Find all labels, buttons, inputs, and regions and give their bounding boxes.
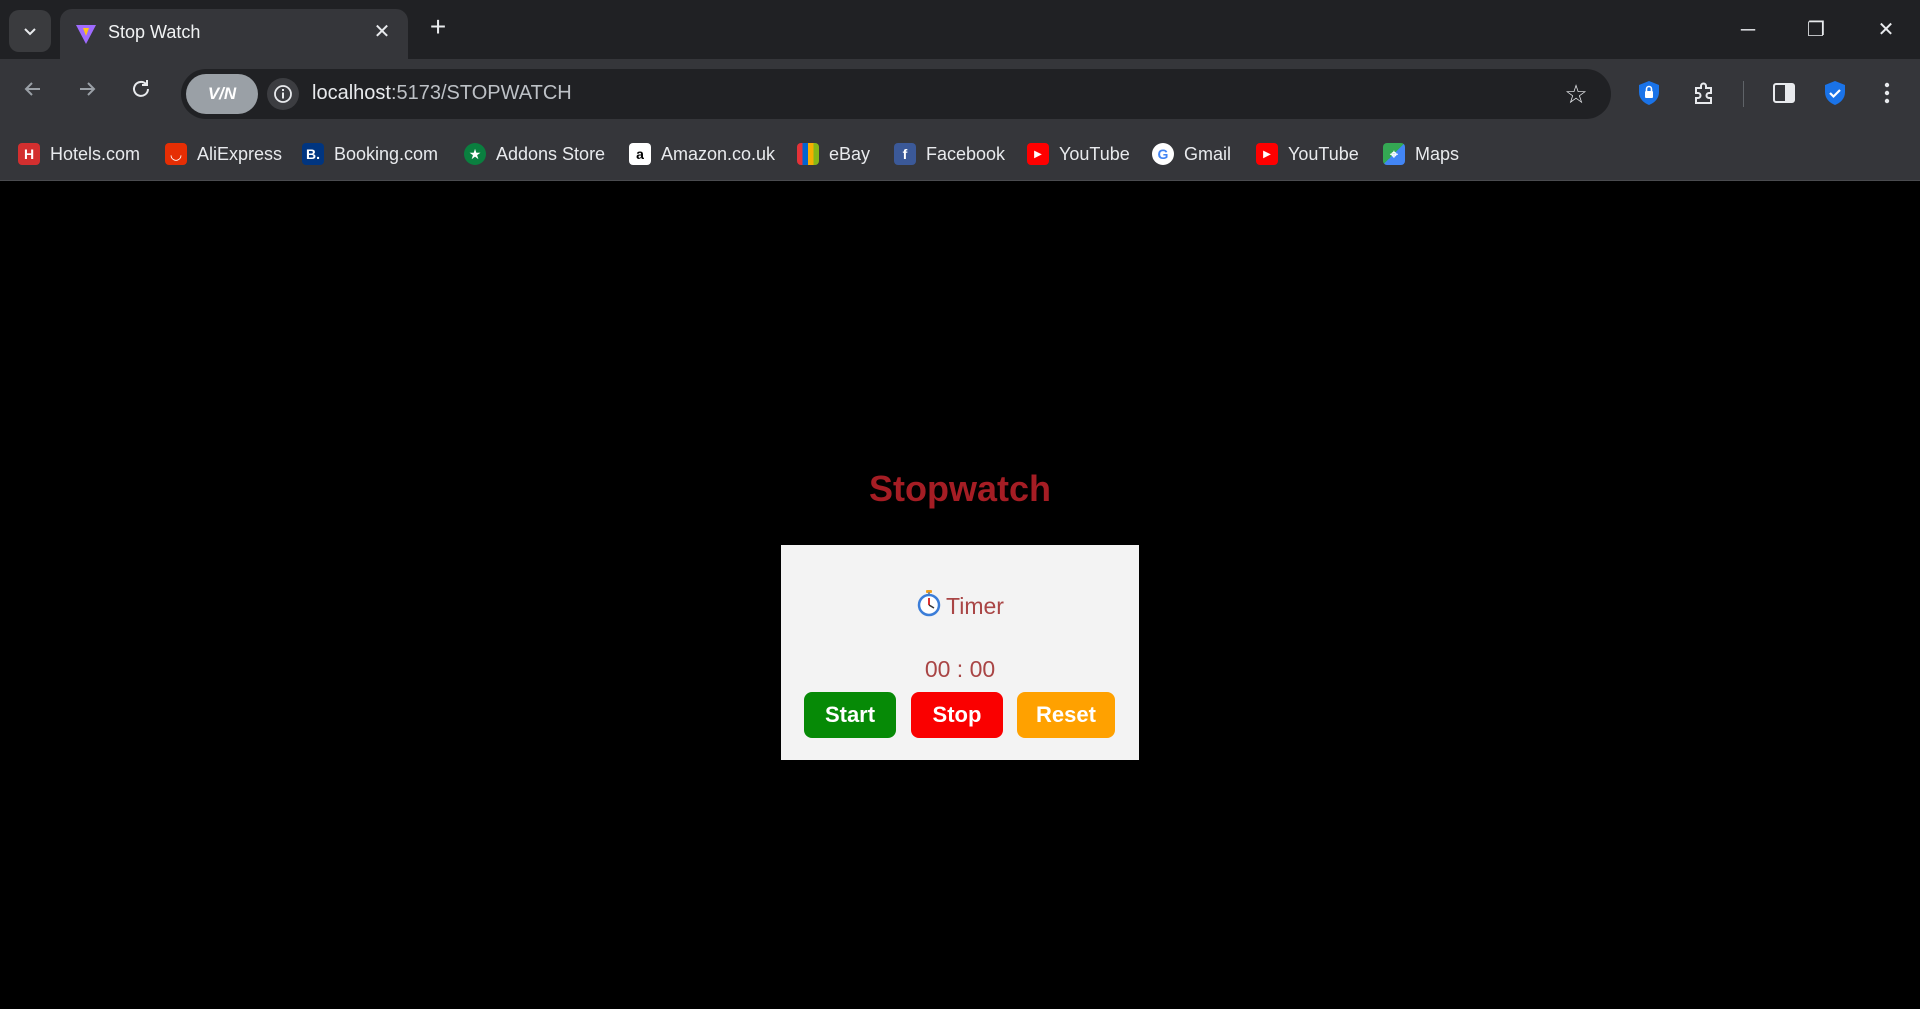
- site-info-button[interactable]: [267, 78, 299, 110]
- hotels-icon: H: [18, 143, 40, 165]
- browser-tab[interactable]: Stop Watch ✕: [60, 9, 408, 59]
- google-icon: G: [1152, 143, 1174, 165]
- restore-button[interactable]: ❐: [1796, 12, 1836, 48]
- timer-label: Timer: [946, 593, 1004, 619]
- amazon-icon: a: [629, 143, 651, 165]
- ebay-icon: [797, 143, 819, 165]
- chevron-down-icon: [24, 28, 36, 36]
- booking-icon: B.: [302, 143, 324, 165]
- stop-button[interactable]: Stop: [911, 692, 1003, 738]
- url-host: localhost: [312, 82, 391, 104]
- timer-heading: Timer: [781, 589, 1139, 620]
- youtube-icon: ▶: [1027, 143, 1049, 165]
- bookmark-ebay[interactable]: eBay: [797, 138, 870, 170]
- new-tab-button[interactable]: +: [424, 13, 452, 42]
- shield-check-icon: [1825, 81, 1845, 105]
- side-panel-icon: [1773, 83, 1795, 103]
- bookmark-aliexpress[interactable]: ◡ AliExpress: [165, 138, 282, 170]
- bookmark-star-icon[interactable]: ☆: [1561, 79, 1591, 109]
- vpn-badge[interactable]: V/N: [186, 74, 258, 114]
- close-window-button[interactable]: ✕: [1866, 12, 1906, 48]
- url-text[interactable]: localhost:5173/STOPWATCH: [312, 82, 572, 105]
- security-extension-button[interactable]: [1818, 76, 1852, 110]
- bookmark-label: Addons Store: [496, 143, 606, 164]
- facebook-icon: f: [894, 143, 916, 165]
- bookmark-label: AliExpress: [197, 143, 283, 164]
- arrow-left-icon: [24, 82, 40, 96]
- address-bar[interactable]: V/N localhost:5173/STOPWATCH ☆: [181, 69, 1611, 119]
- bookmark-label: Gmail: [1184, 143, 1232, 164]
- browser-toolbar: V/N localhost:5173/STOPWATCH ☆: [0, 59, 1920, 128]
- more-vert-icon: [1884, 82, 1890, 104]
- start-button[interactable]: Start: [804, 692, 896, 738]
- youtube-icon: ▶: [1256, 143, 1278, 165]
- reload-icon: [133, 80, 149, 97]
- tab-search-button[interactable]: [9, 10, 51, 52]
- extensions-button[interactable]: [1687, 76, 1721, 110]
- bookmark-hotels[interactable]: H Hotels.com: [18, 138, 140, 170]
- maps-icon: ⌖: [1383, 143, 1405, 165]
- page-viewport: Stopwatch Timer 00 : 00 Start Stop Reset: [0, 182, 1920, 1009]
- bookmark-label: Maps: [1415, 143, 1460, 164]
- vite-favicon-icon: [76, 25, 96, 44]
- bookmark-label: YouTube: [1288, 143, 1359, 164]
- bookmark-label: YouTube: [1059, 143, 1130, 164]
- bookmark-gmail[interactable]: G Gmail: [1152, 138, 1231, 170]
- bookmark-youtube-2[interactable]: ▶ YouTube: [1256, 138, 1359, 170]
- aliexpress-icon: ◡: [165, 143, 187, 165]
- menu-button[interactable]: [1870, 76, 1904, 110]
- side-panel-button[interactable]: [1767, 76, 1801, 110]
- bookmark-youtube[interactable]: ▶ YouTube: [1027, 138, 1130, 170]
- toolbar-separator: [1743, 81, 1744, 107]
- url-path: :5173/STOPWATCH: [390, 82, 572, 104]
- reload-button[interactable]: [124, 76, 158, 110]
- back-button[interactable]: [16, 76, 50, 110]
- bookmark-label: Facebook: [926, 143, 1006, 164]
- time-display: 00 : 00: [924, 656, 996, 682]
- stopwatch-icon: [917, 590, 941, 617]
- bookmark-addons-store[interactable]: ★ Addons Store: [464, 138, 605, 170]
- bookmarks-bar: H Hotels.com ◡ AliExpress B. Booking.com…: [0, 128, 1920, 181]
- bookmark-label: Amazon.co.uk: [661, 143, 776, 164]
- bookmark-label: Hotels.com: [50, 143, 141, 164]
- forward-button[interactable]: [70, 76, 104, 110]
- shield-lock-icon: [1639, 81, 1659, 105]
- bookmark-maps[interactable]: ⌖ Maps: [1383, 138, 1459, 170]
- reset-button[interactable]: Reset: [1017, 692, 1115, 738]
- bookmark-label: eBay: [829, 143, 871, 164]
- arrow-right-icon: [80, 82, 96, 96]
- tab-title: Stop Watch: [108, 22, 201, 42]
- password-manager-button[interactable]: [1632, 76, 1666, 110]
- addons-store-icon: ★: [464, 143, 486, 165]
- bookmark-label: Booking.com: [334, 143, 439, 164]
- bookmark-facebook[interactable]: f Facebook: [894, 138, 1005, 170]
- minimize-button[interactable]: ─: [1728, 12, 1768, 48]
- puzzle-icon: [1695, 82, 1712, 104]
- bookmark-amazon[interactable]: a Amazon.co.uk: [629, 138, 775, 170]
- page-title: Stopwatch: [868, 468, 1051, 509]
- tab-close-icon[interactable]: ✕: [370, 20, 394, 44]
- bookmark-booking[interactable]: B. Booking.com: [302, 138, 438, 170]
- title-bar: Stop Watch ✕ + ─ ❐ ✕: [0, 0, 1920, 59]
- info-icon: [274, 85, 292, 103]
- stopwatch-card: Timer 00 : 00 Start Stop Reset: [781, 545, 1139, 760]
